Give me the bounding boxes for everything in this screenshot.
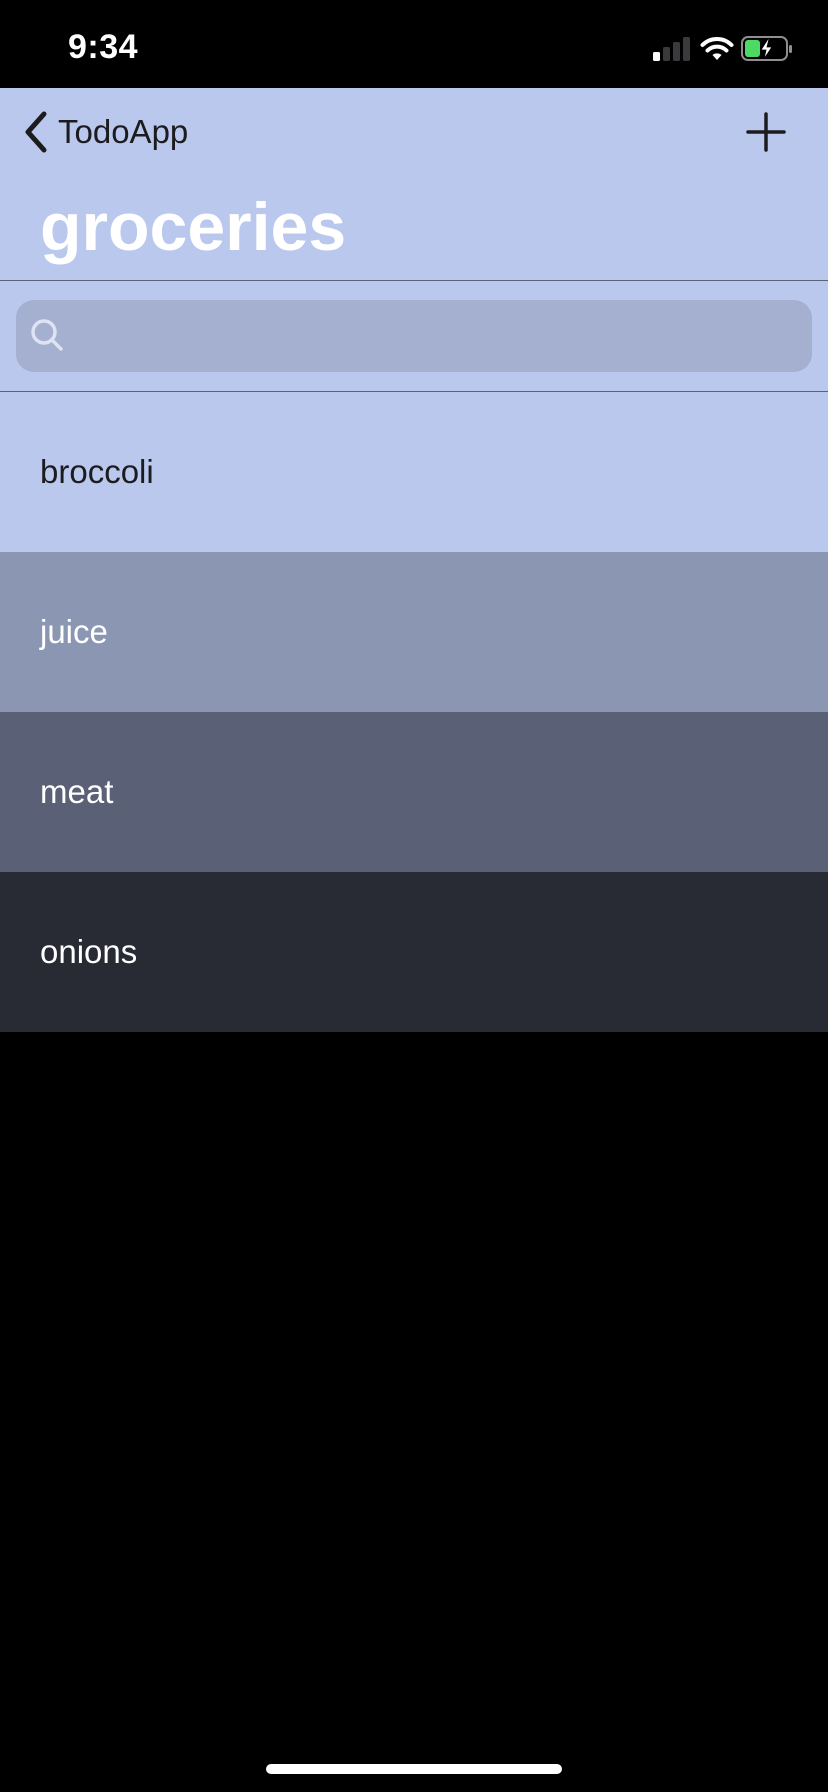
search-input[interactable] xyxy=(78,300,782,374)
list-item[interactable]: meat xyxy=(0,712,828,872)
back-button[interactable]: TodoApp xyxy=(22,110,188,154)
list-item-label: onions xyxy=(40,933,138,970)
home-indicator[interactable] xyxy=(266,1764,562,1774)
list-item-label: broccoli xyxy=(40,453,154,490)
list-item[interactable]: juice xyxy=(0,552,828,712)
search-bar xyxy=(0,281,828,392)
search-icon xyxy=(31,319,63,351)
chevron-left-icon xyxy=(25,111,47,153)
list-item-label: meat xyxy=(40,773,114,810)
back-button-label: TodoApp xyxy=(58,113,189,150)
grocery-list: broccoli juice meat onions xyxy=(0,392,828,1032)
battery-charging-icon xyxy=(741,36,792,61)
status-time: 9:34 xyxy=(68,28,139,66)
page-title: groceries xyxy=(40,189,347,265)
list-item[interactable]: broccoli xyxy=(0,392,828,552)
cellular-signal-icon xyxy=(653,37,690,61)
list-item[interactable]: onions xyxy=(0,872,828,1032)
status-bar: 9:34 xyxy=(0,0,828,88)
search-field[interactable] xyxy=(16,300,812,374)
list-item-label: juice xyxy=(40,613,108,650)
navigation-bar: TodoApp groceries xyxy=(0,88,828,281)
wifi-icon xyxy=(700,37,734,60)
plus-icon[interactable] xyxy=(746,112,786,152)
